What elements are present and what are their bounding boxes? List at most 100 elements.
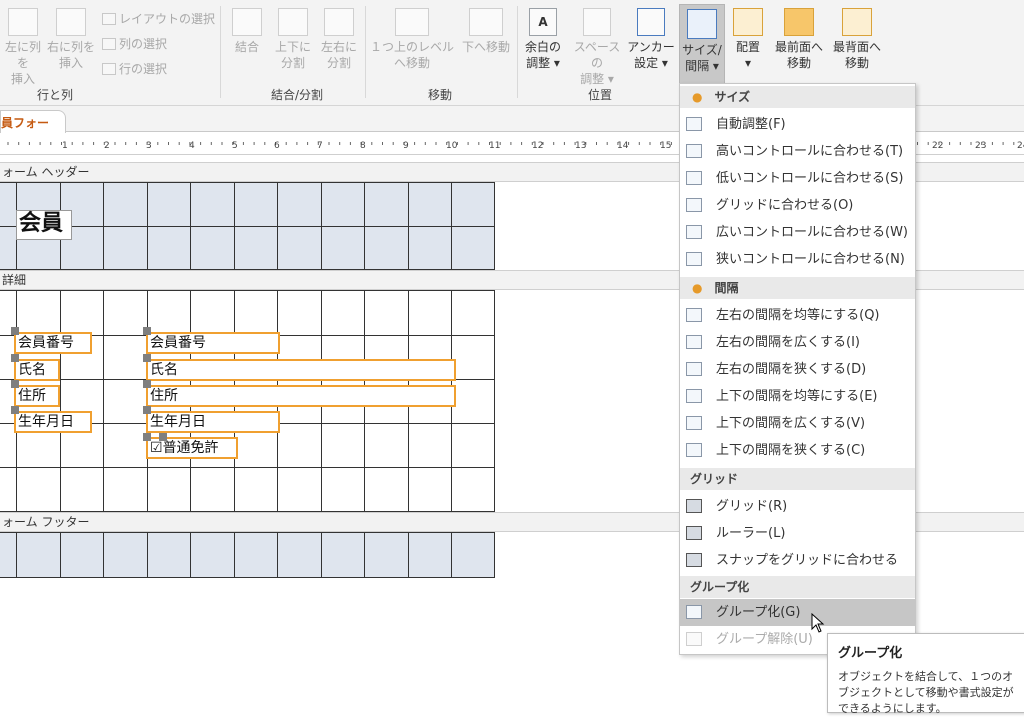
merge-icon — [232, 8, 262, 36]
margins-label: 余白の 調整 ▾ — [524, 40, 561, 70]
merge-button[interactable]: 結合 — [226, 8, 268, 55]
padding-button[interactable]: スペースの 調整 ▾ — [568, 8, 626, 87]
tooltip-title: グループ化 — [838, 646, 903, 661]
field-name[interactable]: 氏名 — [146, 359, 456, 381]
grid-line — [320, 533, 322, 577]
menu-item-ruler[interactable]: ルーラー(L) — [680, 520, 915, 547]
form-footer-grid[interactable] — [0, 532, 495, 578]
split-horizontal-button[interactable]: 左右に 分割 — [316, 8, 362, 71]
menu-item-increase-vertical[interactable]: 上下の間隔を広くする(V) — [680, 410, 915, 437]
menu-item-to-shortest-label: 低いコントロールに合わせる(S) — [716, 171, 904, 186]
anchor-label: アンカー 設定 ▾ — [627, 40, 675, 70]
menu-item-to-widest-label: 広いコントロールに合わせる(W) — [716, 225, 908, 240]
grid-line — [0, 226, 494, 227]
form-header-grid[interactable] — [0, 182, 495, 270]
move-handle[interactable] — [143, 354, 151, 362]
move-handle[interactable] — [11, 406, 19, 414]
grid-icon — [686, 499, 702, 513]
menu-item-group[interactable]: グループ化(G) — [680, 599, 915, 626]
equal-vertical-icon — [686, 389, 702, 403]
group-icon — [686, 605, 702, 619]
field-address[interactable]: 住所 — [146, 385, 456, 407]
move-handle[interactable] — [11, 380, 19, 388]
ruler-number: 24 — [1017, 141, 1024, 151]
move-up-icon — [395, 8, 429, 36]
layout-select-icon — [102, 13, 116, 25]
menu-item-to-tallest[interactable]: 高いコントロールに合わせる(T) — [680, 138, 915, 165]
group-label-position: 位置 — [587, 88, 612, 102]
move-up-button[interactable]: １つ上のレベル へ移動 — [368, 8, 456, 71]
ruler-number: 11 — [489, 141, 500, 151]
grid-line — [0, 467, 494, 468]
menu-item-equal-horizontal[interactable]: 左右の間隔を均等にする(Q) — [680, 302, 915, 329]
menu-item-snap-to-grid[interactable]: スナップをグリッドに合わせる(N) — [680, 547, 915, 595]
insert-right-button[interactable]: 右に列を 挿入 — [46, 8, 96, 71]
align-button[interactable]: 配置 ▾ — [728, 8, 768, 71]
send-to-back-button[interactable]: 最背面へ 移動 — [828, 8, 886, 71]
align-label: 配置 ▾ — [735, 40, 760, 70]
label-address[interactable]: 住所 — [14, 385, 60, 407]
menu-item-group-label: グループ化(G) — [716, 605, 801, 620]
insert-left-button[interactable]: 左に列を 挿入 — [0, 8, 46, 87]
menu-item-to-narrowest[interactable]: 狭いコントロールに合わせる(N) — [680, 246, 915, 273]
move-handle[interactable] — [143, 327, 151, 335]
menu-item-to-grid[interactable]: グリッドに合わせる(O) — [680, 192, 915, 219]
to-shortest-icon — [686, 171, 702, 185]
decrease-horizontal-icon — [686, 362, 702, 376]
move-down-label: 下へ移動 — [461, 40, 510, 54]
split-vertical-button[interactable]: 上下に 分割 — [270, 8, 316, 71]
checkbox-license-label: 普通免許 — [162, 440, 219, 456]
size-space-button[interactable]: サイズ/ 間隔 ▾ — [679, 4, 725, 84]
equal-horizontal-icon — [686, 308, 702, 322]
menu-item-equal-vertical[interactable]: 上下の間隔を均等にする(E) — [680, 383, 915, 410]
label-name[interactable]: 氏名 — [14, 359, 60, 381]
label-birthdate[interactable]: 生年月日 — [14, 411, 92, 433]
menu-item-to-widest[interactable]: 広いコントロールに合わせる(W) — [680, 219, 915, 246]
margins-icon: A — [529, 8, 557, 36]
menu-item-decrease-horizontal-label: 左右の間隔を狭くする(D) — [716, 362, 867, 377]
size-space-dropdown-menu: ● サイズ 自動調整(F) 高いコントロールに合わせる(T) 低いコントロールに合… — [679, 83, 916, 655]
menu-item-increase-horizontal[interactable]: 左右の間隔を広くする(I) — [680, 329, 915, 356]
ruler-number: 2 — [104, 141, 110, 151]
menu-item-autofit[interactable]: 自動調整(F) — [680, 111, 915, 138]
move-handle[interactable] — [11, 327, 19, 335]
send-to-back-label: 最背面へ 移動 — [832, 40, 881, 70]
bring-to-front-button[interactable]: 最前面へ 移動 — [770, 8, 828, 71]
grid-line — [103, 291, 104, 511]
move-handle[interactable] — [143, 433, 151, 441]
field-birthdate[interactable]: 生年月日 — [146, 411, 280, 433]
menu-header-grid: グリッド — [680, 468, 915, 490]
move-handle[interactable] — [143, 380, 151, 388]
menu-item-to-shortest[interactable]: 低いコントロールに合わせる(S) — [680, 165, 915, 192]
increase-vertical-icon — [686, 416, 702, 430]
form-title-label[interactable]: 会員 — [16, 210, 72, 240]
label-member-id[interactable]: 会員番号 — [14, 332, 92, 354]
menu-header-size: ● サイズ — [680, 86, 915, 108]
select-row-button[interactable]: 行の選択 — [102, 60, 167, 77]
anchor-button[interactable]: アンカー 設定 ▾ — [626, 8, 676, 71]
field-member-id[interactable]: 会員番号 — [146, 332, 280, 354]
move-down-button[interactable]: 下へ移動 — [456, 8, 516, 55]
grid-line — [451, 533, 452, 577]
column-select-icon — [102, 38, 116, 50]
padding-icon — [583, 8, 611, 36]
align-icon — [733, 8, 763, 36]
document-tab[interactable]: 員フォーム — [0, 110, 66, 147]
menu-item-grid[interactable]: グリッド(R) — [680, 493, 915, 520]
menu-item-decrease-vertical[interactable]: 上下の間隔を狭くする(C) — [680, 437, 915, 464]
menu-item-decrease-horizontal[interactable]: 左右の間隔を狭くする(D) — [680, 356, 915, 383]
margins-button[interactable]: A 余白の 調整 ▾ — [520, 8, 566, 71]
move-handle[interactable] — [11, 354, 19, 362]
grid-line — [233, 533, 235, 577]
ruler-number: 22 — [932, 141, 943, 151]
move-handle[interactable] — [159, 433, 167, 441]
menu-item-to-grid-label: グリッドに合わせる(O) — [716, 198, 854, 213]
menu-item-decrease-vertical-label: 上下の間隔を狭くする(C) — [716, 443, 866, 458]
split-vertical-label: 上下に 分割 — [274, 40, 311, 70]
menu-item-ruler-label: ルーラー(L) — [716, 526, 786, 541]
move-handle[interactable] — [143, 406, 151, 414]
menu-item-equal-vertical-label: 上下の間隔を均等にする(E) — [716, 389, 878, 404]
select-column-button[interactable]: 列の選択 — [102, 35, 167, 52]
select-layout-button[interactable]: レイアウトの選択 — [102, 10, 215, 27]
tooltip: グループ化 オブジェクトを結合して、１つのオブジェクトとして移動や書式設定ができ… — [827, 633, 1024, 715]
